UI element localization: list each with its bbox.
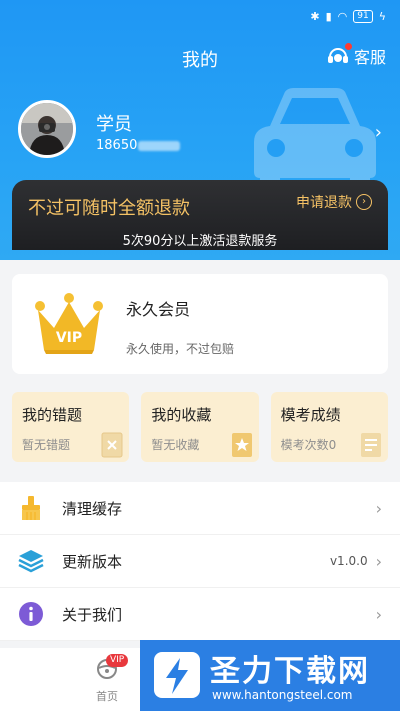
tab-home-label: 首页 xyxy=(96,690,118,703)
tile-subtitle: 暂无收藏 xyxy=(151,438,200,452)
avatar[interactable] xyxy=(18,100,76,158)
user-name: 学员 xyxy=(96,114,132,135)
bluetooth-icon: ✱ xyxy=(310,10,320,23)
chevron-right-icon: › xyxy=(375,604,382,624)
chevron-right-icon: › xyxy=(375,551,382,571)
apply-refund-button[interactable]: 申请退款 › xyxy=(296,192,372,212)
phone-mask xyxy=(138,140,181,151)
refund-banner[interactable]: 不过可随时全额退款 申请退款 › 5次90分以上激活退款服务 xyxy=(12,180,388,250)
crown-vip-text: VIP xyxy=(56,330,82,346)
tile-favorites[interactable]: 我的收藏 暂无收藏 xyxy=(141,392,259,462)
customer-service-button[interactable]: 客服 xyxy=(326,43,386,68)
wrong-book-icon xyxy=(101,432,123,458)
headset-icon xyxy=(326,43,352,68)
phone-prefix: 18650 xyxy=(96,138,138,153)
info-icon xyxy=(19,602,43,626)
menu-item-update-version[interactable]: 更新版本 v1.0.0 › xyxy=(0,535,400,588)
vip-card[interactable]: VIP 永久会员 永久使用，不过包赔 xyxy=(12,274,388,374)
header: ✱ ▮ ◠ 91 ϟ 我的 客服 学员 18650 › 不过可随时全额退款 申请… xyxy=(0,0,400,260)
watermark: 圣力下载网 www.hantongsteel.com xyxy=(140,640,400,711)
tile-wrong-questions[interactable]: 我的错题 暂无错题 xyxy=(12,392,130,462)
tile-subtitle: 暂无错题 xyxy=(22,438,71,452)
tile-mock-scores[interactable]: 模考成绩 模考次数0 xyxy=(270,392,388,462)
broom-icon xyxy=(22,496,40,520)
refund-subtitle: 5次90分以上激活退款服务 xyxy=(122,234,278,249)
service-label: 客服 xyxy=(353,48,386,67)
tile-title: 我的错题 xyxy=(22,406,83,424)
apply-refund-label: 申请退款 xyxy=(296,195,352,211)
tile-title: 我的收藏 xyxy=(151,406,212,424)
chevron-circle-icon: › xyxy=(356,194,372,210)
vip-title: 永久会员 xyxy=(126,300,191,319)
version-value: v1.0.0 xyxy=(329,554,368,568)
chevron-right-icon[interactable]: › xyxy=(375,122,382,143)
battery-indicator: 91 xyxy=(353,10,373,23)
signal-icon: ▮ xyxy=(325,10,332,23)
menu-label: 更新版本 xyxy=(62,552,123,571)
user-phone: 18650 xyxy=(96,138,181,153)
charging-icon: ϟ xyxy=(378,10,386,23)
vip-description: 永久使用，不过包赔 xyxy=(126,342,235,356)
notification-dot xyxy=(344,43,352,50)
menu-label: 清理缓存 xyxy=(62,499,123,518)
layers-icon xyxy=(18,550,44,573)
vip-badge: VIP xyxy=(106,654,129,667)
wifi-icon: ◠ xyxy=(337,10,348,23)
tile-subtitle: 模考次数0 xyxy=(280,438,337,452)
menu-label: 关于我们 xyxy=(62,605,123,624)
settings-menu: 清理缓存 › 更新版本 v1.0.0 › 关于我们 › xyxy=(0,482,400,641)
score-sheet-icon xyxy=(360,433,381,457)
tile-title: 模考成绩 xyxy=(280,406,341,424)
watermark-title: 圣力下载网 xyxy=(210,654,370,689)
quick-tiles: 我的错题 暂无错题 我的收藏 暂无收藏 模考成绩 模考次数0 xyxy=(12,392,388,462)
menu-item-clear-cache[interactable]: 清理缓存 › xyxy=(0,482,400,535)
crown-icon: VIP xyxy=(35,293,103,354)
chevron-right-icon: › xyxy=(375,498,382,518)
star-book-icon xyxy=(231,433,252,457)
watermark-url: www.hantongsteel.com xyxy=(212,688,353,702)
lightning-logo-icon xyxy=(154,652,200,698)
refund-title: 不过可随时全额退款 xyxy=(28,198,190,219)
status-bar: ✱ ▮ ◠ 91 ϟ xyxy=(310,10,386,23)
menu-item-about-us[interactable]: 关于我们 › xyxy=(0,588,400,641)
